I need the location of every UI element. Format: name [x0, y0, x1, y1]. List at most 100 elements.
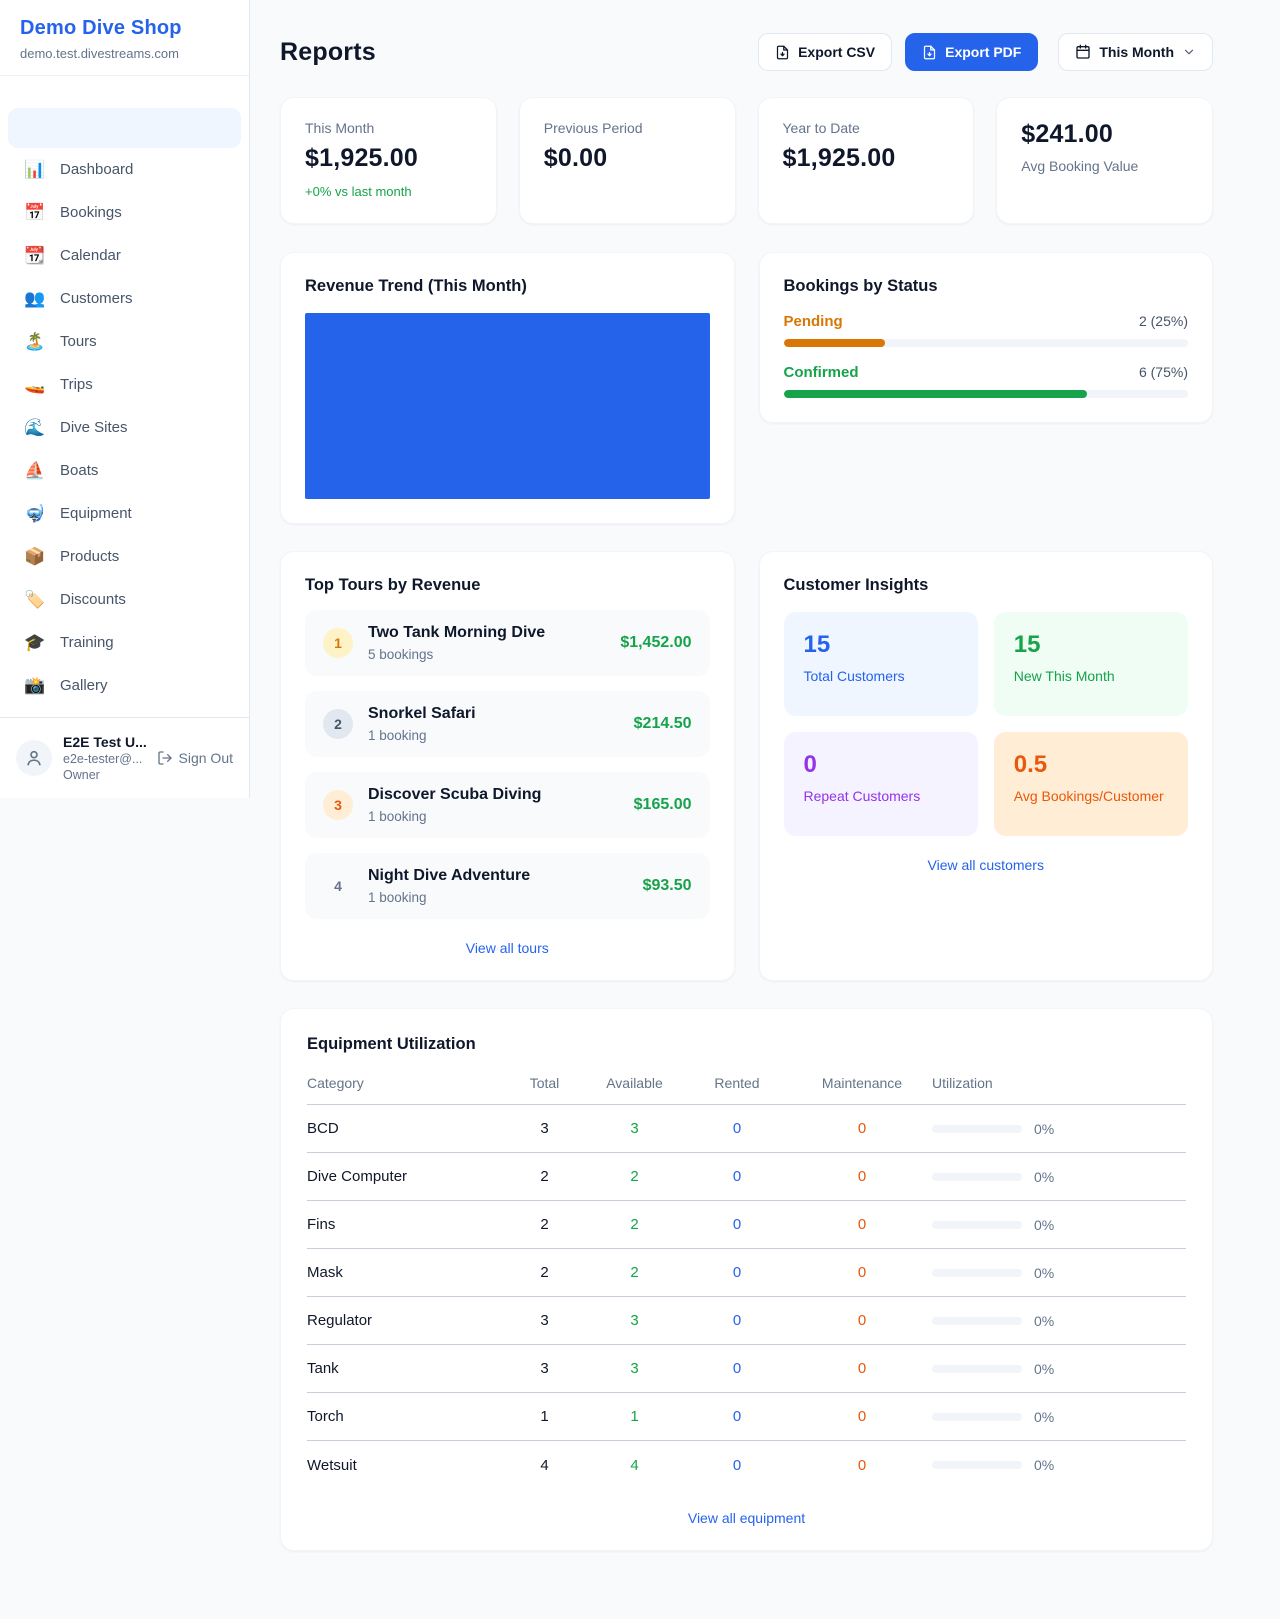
cell-maintenance: 0 [792, 1216, 932, 1233]
cell-maintenance: 0 [792, 1360, 932, 1377]
sidebar-item-reports-selected[interactable] [8, 108, 241, 148]
cell-total: 4 [502, 1457, 587, 1474]
cell-available: 2 [587, 1168, 682, 1185]
export-csv-button[interactable]: Export CSV [758, 33, 892, 71]
sidebar-item-customers[interactable]: 👥 Customers [8, 277, 241, 320]
export-pdf-button[interactable]: Export PDF [905, 33, 1038, 71]
tour-revenue: $214.50 [622, 715, 692, 733]
sidebar-item-label: Customers [60, 287, 133, 310]
discounts-icon: 🏷️ [24, 588, 46, 611]
user-name: E2E Test U... [63, 733, 146, 751]
sidebar-brand: Demo Dive Shop demo.test.divestreams.com [0, 0, 249, 76]
cell-rented: 0 [682, 1168, 792, 1185]
column-header-utilization: Utilization [932, 1075, 1186, 1091]
cell-available: 4 [587, 1457, 682, 1474]
column-header-rented: Rented [682, 1075, 792, 1091]
column-header-total: Total [502, 1075, 587, 1091]
sidebar-item-bookings[interactable]: 📅 Bookings [8, 191, 241, 234]
cell-maintenance: 0 [792, 1408, 932, 1425]
insight-label: Repeat Customers [804, 788, 958, 804]
cell-rented: 0 [682, 1312, 792, 1329]
customer-insights-card: Customer Insights 15 Total Customers [759, 551, 1214, 981]
table-row: Dive Computer 2 2 0 0 0% [307, 1153, 1186, 1201]
view-all-tours-link[interactable]: View all tours [305, 940, 710, 956]
period-dropdown[interactable]: This Month [1058, 33, 1213, 71]
utilization-percent: 0% [1034, 1313, 1054, 1329]
boats-icon: ⛵ [24, 459, 46, 482]
utilization-bar [932, 1461, 1022, 1469]
sidebar-item-discounts[interactable]: 🏷️ Discounts [8, 578, 241, 621]
sidebar-item-dashboard[interactable]: 📊 Dashboard [8, 148, 241, 191]
sidebar-item-dive-sites[interactable]: 🌊 Dive Sites [8, 406, 241, 449]
tour-bookings: 1 booking [368, 728, 476, 743]
tour-bookings: 1 booking [368, 809, 541, 824]
cell-maintenance: 0 [792, 1168, 932, 1185]
utilization-bar [932, 1365, 1022, 1373]
customers-icon: 👥 [24, 287, 46, 310]
status-count: 6 (75%) [1139, 364, 1188, 380]
sidebar-item-trips[interactable]: 🚤 Trips [8, 363, 241, 406]
stat-delta: +0% vs last month [305, 184, 472, 199]
sidebar-item-equipment[interactable]: 🤿 Equipment [8, 492, 241, 535]
stat-card-this-month: This Month $1,925.00 +0% vs last month [280, 97, 497, 224]
cell-total: 2 [502, 1264, 587, 1281]
tour-name: Discover Scuba Diving [368, 786, 541, 804]
insight-label: Total Customers [804, 668, 958, 684]
cell-maintenance: 0 [792, 1264, 932, 1281]
cell-total: 3 [502, 1120, 587, 1137]
utilization-bar [932, 1413, 1022, 1421]
stat-value: $1,925.00 [305, 144, 472, 173]
rank-badge: 2 [323, 709, 353, 739]
sidebar-item-pos[interactable]: 💳 POS [8, 707, 241, 717]
dashboard-icon: 📊 [24, 158, 46, 181]
bookings-by-status-title: Bookings by Status [784, 277, 1189, 296]
insight-value: 15 [804, 631, 958, 659]
sidebar-item-products[interactable]: 📦 Products [8, 535, 241, 578]
table-row: Fins 2 2 0 0 0% [307, 1201, 1186, 1249]
utilization-bar [932, 1269, 1022, 1277]
tour-list-item: 3 Discover Scuba Diving 1 booking $165.0… [305, 772, 710, 838]
calendar-icon [1075, 44, 1091, 60]
stat-card-previous-period: Previous Period $0.00 [519, 97, 736, 224]
tour-name: Night Dive Adventure [368, 867, 530, 885]
cell-utilization: 0% [932, 1361, 1186, 1377]
sidebar-item-gallery[interactable]: 📸 Gallery [8, 664, 241, 707]
insight-tile: 15 Total Customers [784, 612, 978, 716]
status-row-pending: Pending 2 (25%) [784, 313, 1189, 347]
sign-out-label: Sign Out [179, 750, 233, 766]
column-header-available: Available [587, 1075, 682, 1091]
status-row-confirmed: Confirmed 6 (75%) [784, 364, 1189, 398]
insight-label: New This Month [1014, 668, 1168, 684]
sidebar-user-footer: E2E Test U... e2e-tester@... Owner Sign … [0, 717, 249, 798]
view-all-equipment-link[interactable]: View all equipment [307, 1510, 1186, 1526]
insight-label: Avg Bookings/Customer [1014, 788, 1168, 804]
sidebar-item-label: Boats [60, 459, 98, 482]
sidebar-item-boats[interactable]: ⛵ Boats [8, 449, 241, 492]
insight-tile: 0.5 Avg Bookings/Customer [994, 732, 1188, 836]
tour-bookings: 5 bookings [368, 647, 545, 662]
utilization-percent: 0% [1034, 1121, 1054, 1137]
status-bar-track [784, 390, 1189, 398]
utilization-percent: 0% [1034, 1265, 1054, 1281]
column-header-category: Category [307, 1075, 502, 1091]
table-row: Tank 3 3 0 0 0% [307, 1345, 1186, 1393]
table-row: BCD 3 3 0 0 0% [307, 1105, 1186, 1153]
sidebar-item-tours[interactable]: 🏝️ Tours [8, 320, 241, 363]
sidebar-item-calendar[interactable]: 📆 Calendar [8, 234, 241, 277]
status-label: Confirmed [784, 364, 859, 381]
sidebar-item-label: Gallery [60, 674, 108, 697]
sign-out-icon [157, 750, 173, 766]
rank-badge: 3 [323, 790, 353, 820]
sidebar-item-label: Discounts [60, 588, 126, 611]
file-download-icon [775, 45, 790, 60]
sidebar-item-label: Trips [60, 373, 93, 396]
view-all-customers-link[interactable]: View all customers [784, 857, 1189, 873]
utilization-bar [932, 1317, 1022, 1325]
tour-list-item: 4 Night Dive Adventure 1 booking $93.50 [305, 853, 710, 919]
sign-out-button[interactable]: Sign Out [157, 750, 233, 766]
cell-rented: 0 [682, 1457, 792, 1474]
sidebar-item-training[interactable]: 🎓 Training [8, 621, 241, 664]
cell-category: Tank [307, 1360, 502, 1377]
equipment-utilization-title: Equipment Utilization [307, 1035, 1186, 1054]
insight-value: 0.5 [1014, 751, 1168, 779]
